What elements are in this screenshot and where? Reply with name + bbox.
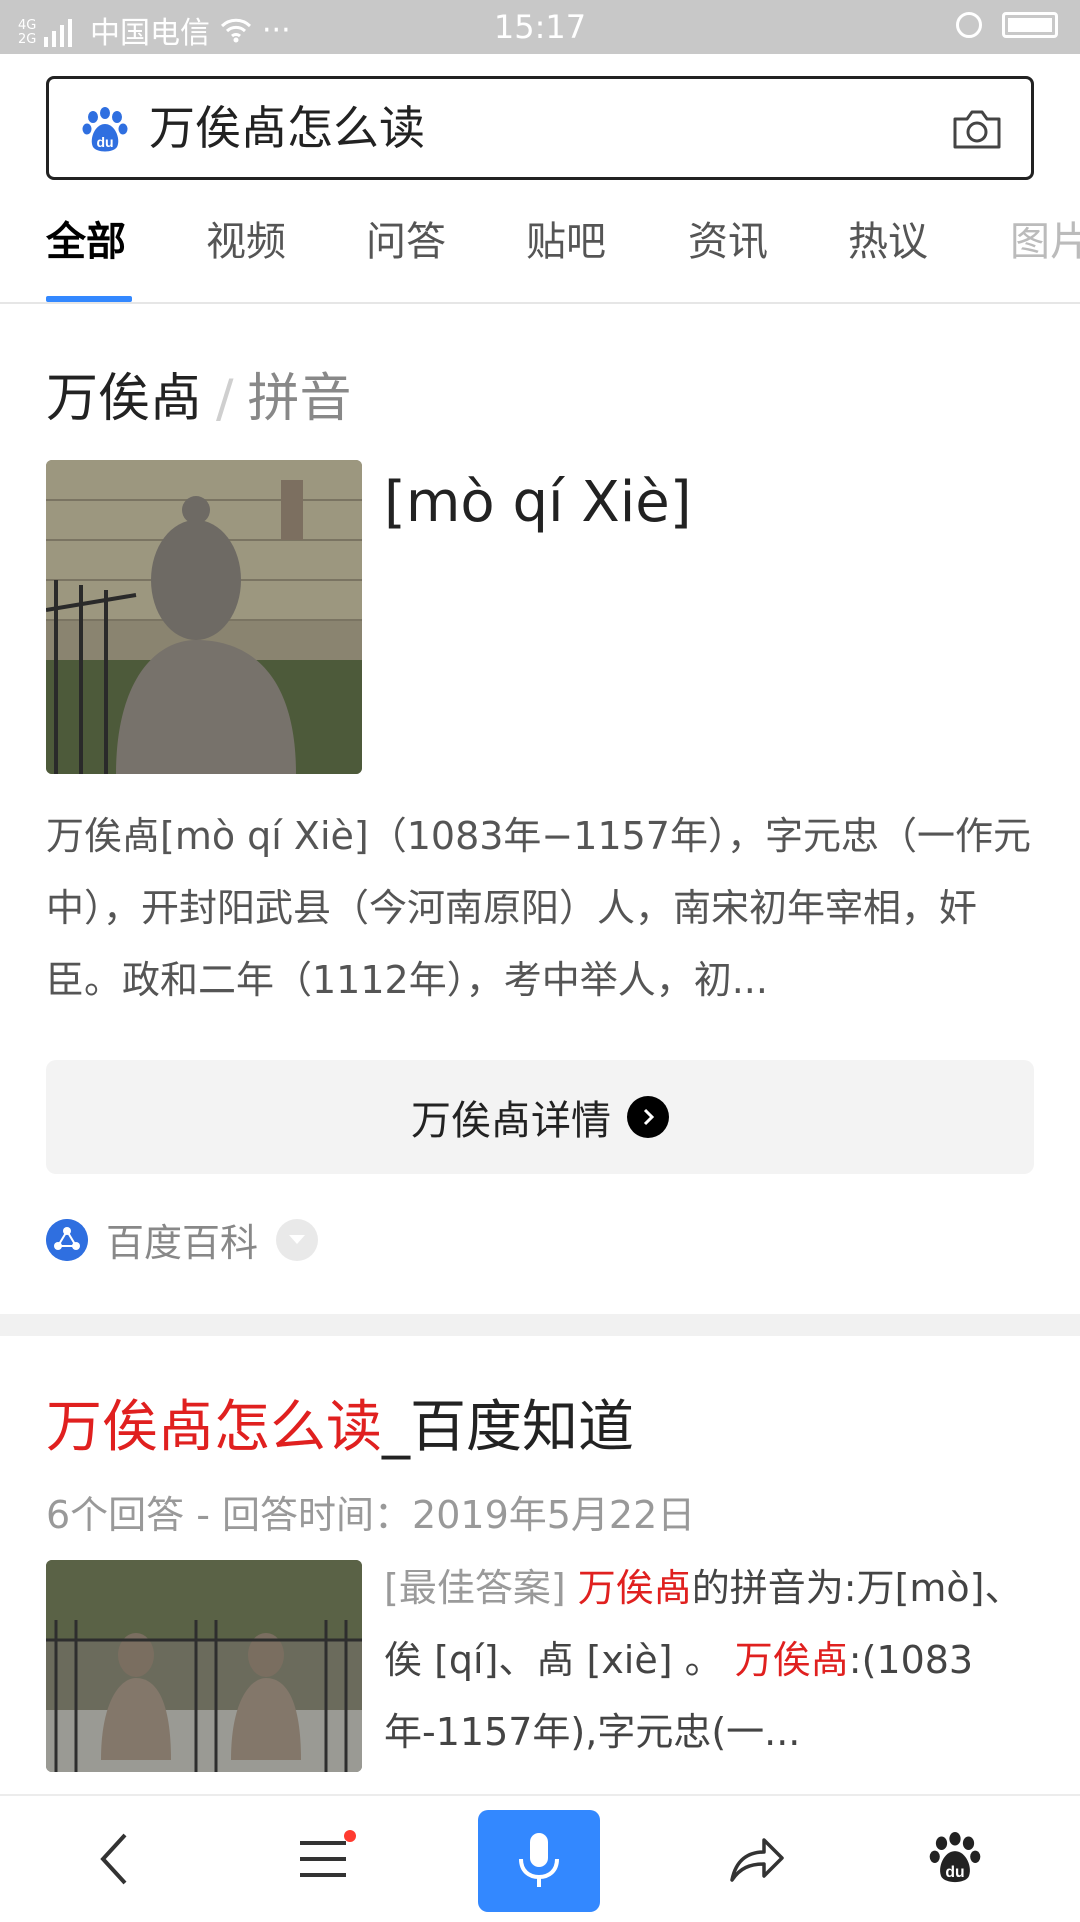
chevron-right-icon	[627, 1096, 669, 1138]
title-separator: /	[216, 369, 234, 429]
pinyin-reading: [mò qí Xiè]	[384, 470, 692, 535]
result-thumbnail[interactable]	[46, 1560, 362, 1772]
status-bar: 4G 2G 中国电信 ··· 15:17	[0, 0, 1080, 54]
baike-icon	[46, 1218, 88, 1261]
menu-button[interactable]	[268, 1796, 378, 1922]
card-separator	[0, 1314, 1080, 1336]
tab-tieba[interactable]: 贴吧	[526, 212, 606, 292]
summary-text: 万俟卨[mò qí Xiè]（1083年−1157年），字元忠（一作元中），开封…	[46, 814, 1031, 1002]
baidu-paw-icon: du	[929, 1832, 981, 1883]
tab-qa[interactable]: 问答	[366, 212, 446, 292]
search-input[interactable]: 万俟卨怎么读	[149, 79, 425, 177]
chevron-down-icon[interactable]	[276, 1218, 319, 1261]
details-button[interactable]: 万俟卨详情	[46, 1060, 1034, 1174]
best-answer-tag: [最佳答案]	[384, 1566, 566, 1610]
status-right	[956, 12, 1058, 38]
home-button[interactable]: du	[900, 1796, 1010, 1922]
tab-news[interactable]: 资讯	[688, 212, 768, 292]
tab-all[interactable]: 全部	[46, 212, 126, 292]
menu-icon	[300, 1841, 346, 1877]
result-title-highlight: 万俟卨怎么读	[46, 1395, 382, 1460]
source-row[interactable]: 百度百科	[46, 1212, 319, 1267]
clock: 15:17	[493, 8, 587, 46]
tab-bar: 全部 视频 问答 贴吧 资讯 热议 图片	[0, 212, 1080, 302]
details-button-label: 万俟卨详情	[411, 1098, 611, 1144]
answer-highlight: 万俟卨	[577, 1566, 692, 1610]
share-icon	[730, 1838, 784, 1882]
answer-highlight: 万俟卨	[734, 1638, 849, 1682]
result-title-rest: _百度知道	[382, 1395, 634, 1460]
battery-icon	[1002, 12, 1058, 38]
statue-image[interactable]	[46, 460, 362, 774]
back-arrow-icon	[100, 1833, 127, 1885]
card-title: 万俟卨 / 拼音	[46, 356, 352, 431]
alarm-icon	[956, 12, 982, 38]
microphone-icon	[519, 1833, 559, 1887]
back-button[interactable]	[60, 1796, 170, 1922]
source-label: 百度百科	[106, 1221, 259, 1265]
camera-icon[interactable]	[951, 105, 1003, 153]
tab-images[interactable]: 图片	[1010, 212, 1080, 292]
voice-search-button[interactable]	[478, 1810, 600, 1912]
result-title-link[interactable]: 万俟卨怎么读_百度知道	[46, 1382, 634, 1463]
svg-text:du: du	[96, 134, 113, 150]
tab-discussion[interactable]: 热议	[848, 212, 928, 292]
notification-dot	[344, 1830, 356, 1842]
result-meta: 6个回答 - 回答时间：2019年5月22日	[46, 1493, 696, 1537]
bottom-nav: du	[0, 1794, 1080, 1922]
share-button[interactable]	[702, 1796, 812, 1922]
answer-snippet: [最佳答案] 万俟卨的拼音为:万[mò]、俟 [qí]、卨 [xiè] 。 万俟…	[384, 1552, 1034, 1768]
divider	[0, 302, 1080, 304]
tab-video[interactable]: 视频	[206, 212, 286, 292]
search-bar[interactable]: du 万俟卨怎么读	[46, 76, 1034, 180]
card-title-word: 万俟卨	[46, 369, 203, 429]
card-title-subtitle: 拼音	[247, 369, 352, 429]
svg-text:du: du	[945, 1864, 964, 1881]
baidu-paw-icon[interactable]: du	[81, 107, 129, 155]
